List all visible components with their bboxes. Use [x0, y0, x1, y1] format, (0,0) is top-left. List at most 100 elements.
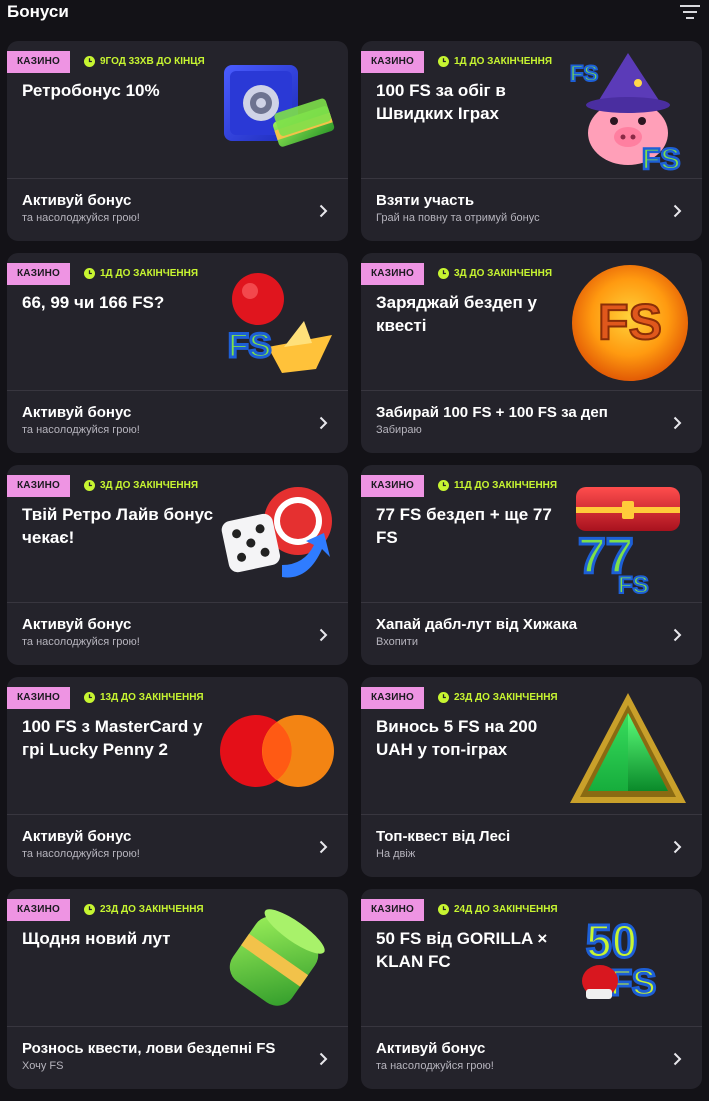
bonus-card[interactable]: КАЗИНО 24Д ДО ЗАКІНЧЕННЯ 50 FS від GORIL…: [361, 889, 702, 1089]
safe-with-cash-illustration: [224, 65, 335, 147]
action-subtitle: та насолоджуйся грою!: [22, 848, 140, 860]
countdown: 1Д ДО ЗАКІНЧЕННЯ: [438, 56, 552, 67]
card-action[interactable]: Хапай дабл-лут від Хижака Вхопити: [376, 615, 666, 648]
clock-icon: [84, 904, 95, 915]
action-subtitle: та насолоджуйся грою!: [22, 212, 140, 224]
countdown: 1Д ДО ЗАКІНЧЕННЯ: [84, 268, 198, 279]
sun-fs-illustration: FS: [572, 265, 688, 381]
card-title: 50 FS від GORILLA × KLAN FC: [376, 929, 548, 971]
chevron-right-icon[interactable]: [673, 1052, 682, 1066]
action-title: Взяти участь: [376, 192, 475, 209]
card-title: 100 FS з MasterCard у грі Lucky Penny 2: [22, 717, 203, 759]
action-subtitle: Грай на повну та отримуй бонус: [376, 212, 540, 224]
chevron-right-icon[interactable]: [673, 416, 682, 430]
category-badge: КАЗИНО: [7, 263, 70, 285]
action-title: Активуй бонус: [22, 616, 132, 633]
card-action[interactable]: Забирай 100 FS + 100 FS за деп Забираю: [376, 403, 666, 436]
clock-icon: [438, 904, 449, 915]
action-subtitle: На двіж: [376, 848, 416, 860]
chevron-right-icon[interactable]: [673, 204, 682, 218]
action-title: Активуй бонус: [22, 828, 132, 845]
bonus-card[interactable]: КАЗИНО 23Д ДО ЗАКІНЧЕННЯ Щодня новий лут…: [7, 889, 348, 1089]
category-badge: КАЗИНО: [7, 899, 70, 921]
card-action[interactable]: Рознось квести, лови бездепні FS Хочу FS: [22, 1039, 312, 1072]
countdown-text: 11Д ДО ЗАКІНЧЕННЯ: [454, 480, 558, 491]
bonus-card[interactable]: КАЗИНО 3Д ДО ЗАКІНЧЕННЯ Твій Ретро Лайв …: [7, 465, 348, 665]
action-title: Активуй бонус: [376, 1040, 486, 1057]
category-badge: КАЗИНО: [7, 475, 70, 497]
category-badge: КАЗИНО: [361, 51, 424, 73]
clock-icon: [84, 268, 95, 279]
chevron-right-icon[interactable]: [319, 204, 328, 218]
category-badge: КАЗИНО: [7, 51, 70, 73]
action-title: Забирай 100 FS + 100 FS за деп: [376, 404, 608, 421]
card-divider: [7, 390, 348, 391]
countdown: 9ГОД 33ХВ ДО КІНЦЯ: [84, 56, 205, 67]
action-subtitle: Забираю: [376, 424, 422, 436]
chest-77fs-illustration: 77 FS: [576, 487, 680, 597]
clock-icon: [438, 692, 449, 703]
card-action[interactable]: Топ-квест від Лесі На двіж: [376, 827, 666, 860]
filter-lines-icon[interactable]: [680, 4, 700, 20]
card-action[interactable]: Активуй бонус та насолоджуйся грою!: [376, 1039, 666, 1072]
chevron-right-icon[interactable]: [673, 628, 682, 642]
chevron-right-icon[interactable]: [319, 840, 328, 854]
action-subtitle: Вхопити: [376, 636, 418, 648]
countdown-text: 13Д ДО ЗАКІНЧЕННЯ: [100, 692, 204, 703]
clock-icon: [438, 56, 449, 67]
dice-chip-illustration: [221, 487, 332, 578]
chevron-right-icon[interactable]: [319, 416, 328, 430]
countdown: 24Д ДО ЗАКІНЧЕННЯ: [438, 904, 558, 915]
card-divider: [361, 602, 702, 603]
category-badge: КАЗИНО: [361, 263, 424, 285]
fs-art-text: FS: [618, 572, 649, 597]
chevron-right-icon[interactable]: [319, 1052, 328, 1066]
card-action[interactable]: Активуй бонус та насолоджуйся грою!: [22, 615, 312, 648]
action-title: Топ-квест від Лесі: [376, 828, 511, 845]
card-title: Твій Ретро Лайв бонус чекає!: [22, 505, 214, 547]
clock-icon: [84, 480, 95, 491]
bonus-card[interactable]: КАЗИНО 3Д ДО ЗАКІНЧЕННЯ Заряджай бездеп …: [361, 253, 702, 453]
countdown-text: 23Д ДО ЗАКІНЧЕННЯ: [454, 692, 558, 703]
countdown: 23Д ДО ЗАКІНЧЕННЯ: [438, 692, 558, 703]
action-subtitle: та насолоджуйся грою!: [22, 636, 140, 648]
countdown-text: 24Д ДО ЗАКІНЧЕННЯ: [454, 904, 558, 915]
chevron-right-icon[interactable]: [673, 840, 682, 854]
bonus-card[interactable]: КАЗИНО 11Д ДО ЗАКІНЧЕННЯ 77 FS бездеп + …: [361, 465, 702, 665]
50-art-text: 50: [586, 915, 637, 967]
bonus-card[interactable]: КАЗИНО 9ГОД 33ХВ ДО КІНЦЯ Ретробонус 10%…: [7, 41, 348, 241]
card-action[interactable]: Активуй бонус та насолоджуйся грою!: [22, 191, 312, 224]
countdown: 3Д ДО ЗАКІНЧЕННЯ: [438, 268, 552, 279]
bonus-card[interactable]: КАЗИНО 1Д ДО ЗАКІНЧЕННЯ 66, 99 чи 166 FS…: [7, 253, 348, 453]
clock-icon: [84, 56, 95, 67]
bonus-card[interactable]: КАЗИНО 1Д ДО ЗАКІНЧЕННЯ 100 FS за обіг в…: [361, 41, 702, 241]
action-subtitle: Хочу FS: [22, 1060, 64, 1072]
fs-art-text: FS: [228, 327, 271, 365]
card-action[interactable]: Активуй бонус та насолоджуйся грою!: [22, 827, 312, 860]
countdown-text: 23Д ДО ЗАКІНЧЕННЯ: [100, 904, 204, 915]
clock-icon: [84, 692, 95, 703]
chevron-right-icon[interactable]: [319, 628, 328, 642]
category-badge: КАЗИНО: [361, 687, 424, 709]
card-title: 66, 99 чи 166 FS?: [22, 293, 165, 312]
card-divider: [7, 814, 348, 815]
card-title: Ретробонус 10%: [22, 81, 160, 100]
card-action[interactable]: Взяти участь Грай на повну та отримуй бо…: [376, 191, 666, 224]
category-badge: КАЗИНО: [7, 687, 70, 709]
page-header: Бонуси: [0, 0, 709, 30]
card-divider: [361, 814, 702, 815]
action-title: Активуй бонус: [22, 192, 132, 209]
page-title: Бонуси: [7, 2, 69, 21]
card-action[interactable]: Активуй бонус та насолоджуйся грою!: [22, 403, 312, 436]
clock-icon: [438, 268, 449, 279]
mastercard-logo-illustration: [220, 715, 334, 787]
action-subtitle: та насолоджуйся грою!: [22, 424, 140, 436]
bonus-card[interactable]: КАЗИНО 13Д ДО ЗАКІНЧЕННЯ 100 FS з Master…: [7, 677, 348, 877]
card-title: Щодня новий лут: [22, 929, 171, 948]
card-divider: [7, 1026, 348, 1027]
bonus-card[interactable]: КАЗИНО 23Д ДО ЗАКІНЧЕННЯ Винось 5 FS на …: [361, 677, 702, 877]
bonus-grid: КАЗИНО 9ГОД 33ХВ ДО КІНЦЯ Ретробонус 10%…: [7, 41, 702, 1089]
card-divider: [361, 178, 702, 179]
card-divider: [361, 1026, 702, 1027]
balloon-boat-fs-illustration: FS: [227, 273, 332, 373]
